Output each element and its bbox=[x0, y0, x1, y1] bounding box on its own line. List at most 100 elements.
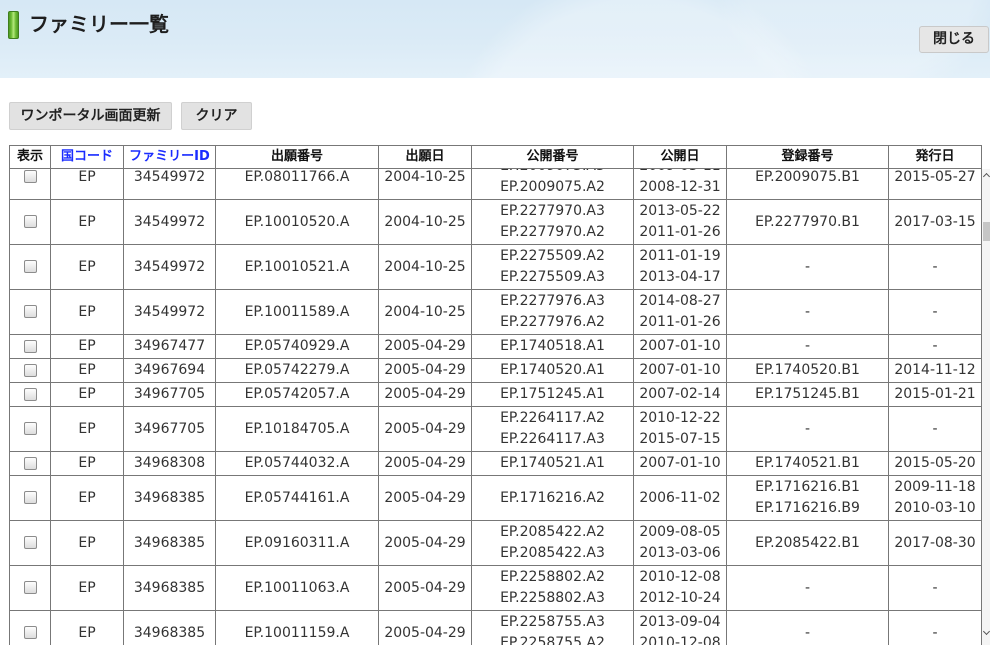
publication-number-line: EP.2258755.A2 bbox=[500, 635, 605, 645]
column-header-publication-date: 公開日 bbox=[634, 146, 727, 169]
show-checkbox[interactable] bbox=[23, 536, 37, 549]
publication-number-line: EP.2009075.A3 bbox=[474, 169, 631, 177]
publication-date-line: 2008-12-31 bbox=[639, 179, 721, 195]
header-band: ファミリー一覧 閉じる bbox=[0, 0, 990, 78]
issue-date-line: 2017-03-15 bbox=[894, 213, 976, 230]
table-row: EP 34968385 EP.10011063.A 2005-04-29 EP.2258… bbox=[10, 566, 982, 611]
application-date-cell: 2005-04-29 bbox=[379, 383, 472, 407]
registration-number-line: EP.1716216.B1 bbox=[755, 479, 860, 495]
show-checkbox[interactable] bbox=[23, 456, 37, 470]
show-checkbox[interactable] bbox=[23, 387, 37, 401]
family-id-cell: 34967705 bbox=[124, 383, 216, 407]
application-date-cell: 2004-10-25 bbox=[379, 169, 472, 200]
publication-number-line: EP.2264117.A3 bbox=[500, 431, 605, 447]
publication-number-line: EP.2258802.A2 bbox=[500, 569, 605, 585]
show-checkbox[interactable] bbox=[23, 626, 37, 639]
country-code-cell: EP bbox=[51, 476, 124, 521]
show-cell bbox=[10, 476, 51, 521]
publication-date-cell: 2006-11-02 bbox=[634, 476, 727, 521]
issue-date-line: - bbox=[932, 579, 938, 596]
issue-date-cell: - bbox=[889, 407, 982, 452]
publication-number-cell: EP.2277970.A3 EP.2277970.A2 bbox=[472, 200, 634, 245]
table-row: EP 34968308 EP.05744032.A 2005-04-29 EP.1740… bbox=[10, 452, 982, 476]
publication-date-line: 2010-12-08 bbox=[639, 569, 721, 585]
family-id-cell: 34967694 bbox=[124, 359, 216, 383]
vertical-scrollbar[interactable] bbox=[982, 169, 990, 645]
application-number-cell: EP.08011766.A bbox=[216, 169, 379, 200]
issue-date-cell: - bbox=[889, 290, 982, 335]
show-cell bbox=[10, 359, 51, 383]
application-date-cell: 2005-04-29 bbox=[379, 359, 472, 383]
show-checkbox[interactable] bbox=[23, 305, 37, 318]
close-button[interactable]: 閉じる bbox=[919, 26, 989, 53]
show-checkbox[interactable] bbox=[23, 491, 37, 504]
table-row: EP 34968385 EP.05744161.A 2005-04-29 EP.1716… bbox=[10, 476, 982, 521]
application-number-cell: EP.10011063.A bbox=[216, 566, 379, 611]
clear-button[interactable]: クリア bbox=[181, 102, 252, 130]
registration-number-line: - bbox=[804, 303, 811, 320]
country-code-cell: EP bbox=[51, 521, 124, 566]
show-cell bbox=[10, 383, 51, 407]
table-row: EP 34967705 EP.10184705.A 2005-04-29 EP.2264… bbox=[10, 407, 982, 452]
publication-date-line: 2013-09-04 bbox=[639, 614, 721, 630]
publication-date-cell: 2014-08-27 2011-01-26 bbox=[634, 290, 727, 335]
sort-by-family-id-link[interactable]: ファミリーID bbox=[129, 149, 210, 164]
issue-date-line: 2009-11-18 bbox=[894, 479, 976, 495]
one-portal-refresh-button[interactable]: ワンポータル画面更新 bbox=[9, 102, 172, 130]
registration-number-cell: - bbox=[727, 290, 889, 335]
application-number-cell: EP.05744161.A bbox=[216, 476, 379, 521]
registration-number-cell: EP.1716216.B1 EP.1716216.B9 bbox=[727, 476, 889, 521]
application-date-cell: 2005-04-29 bbox=[379, 521, 472, 566]
publication-number-cell: EP.1740518.A1 bbox=[472, 335, 634, 359]
publication-number-line: EP.2277976.A2 bbox=[500, 314, 605, 330]
show-checkbox[interactable] bbox=[23, 215, 37, 228]
publication-date-line: 2006-11-02 bbox=[639, 489, 721, 506]
publication-number-cell: EP.1716216.A2 bbox=[472, 476, 634, 521]
publication-date-line: 2009-03-11 bbox=[636, 169, 724, 177]
show-checkbox[interactable] bbox=[23, 260, 37, 273]
application-date-cell: 2004-10-25 bbox=[379, 245, 472, 290]
publication-number-line: EP.2258802.A3 bbox=[500, 590, 605, 606]
show-checkbox[interactable] bbox=[23, 422, 37, 435]
application-date-cell: 2004-10-25 bbox=[379, 200, 472, 245]
publication-date-line: 2015-07-15 bbox=[639, 431, 721, 447]
publication-number-cell: EP.2258802.A2 EP.2258802.A3 bbox=[472, 566, 634, 611]
publication-number-cell: EP.1751245.A1 bbox=[472, 383, 634, 407]
country-code-cell: EP bbox=[51, 566, 124, 611]
family-id-cell: 34968385 bbox=[124, 476, 216, 521]
show-checkbox[interactable] bbox=[23, 363, 37, 377]
issue-date-line: 2014-11-12 bbox=[894, 362, 976, 378]
show-checkbox[interactable] bbox=[23, 170, 37, 183]
application-number-cell: EP.05744032.A bbox=[216, 452, 379, 476]
family-table-body[interactable]: EP 34549972 EP.08011766.A 2004-10-25 EP.2009… bbox=[9, 169, 982, 645]
publication-date-line: 2011-01-19 bbox=[639, 248, 721, 264]
sort-by-country-code-link[interactable]: 国コード bbox=[61, 149, 113, 164]
table-row: EP 34967705 EP.05742057.A 2005-04-29 EP.1751… bbox=[10, 383, 982, 407]
show-checkbox[interactable] bbox=[23, 339, 37, 353]
publication-date-cell: 2010-12-22 2015-07-15 bbox=[634, 407, 727, 452]
application-number-cell: EP.10184705.A bbox=[216, 407, 379, 452]
column-header-family-id: ファミリーID bbox=[124, 146, 216, 169]
column-header-application-date: 出願日 bbox=[379, 146, 472, 169]
country-code-cell: EP bbox=[51, 245, 124, 290]
family-id-cell: 34549972 bbox=[124, 169, 216, 200]
publication-number-line: EP.1740520.A1 bbox=[500, 362, 605, 378]
show-checkbox[interactable] bbox=[23, 581, 37, 594]
scroll-thumb[interactable] bbox=[983, 222, 990, 241]
family-id-cell: 34549972 bbox=[124, 290, 216, 335]
country-code-cell: EP bbox=[51, 359, 124, 383]
registration-number-line: - bbox=[804, 579, 811, 596]
column-header-registration-number: 登録番号 bbox=[727, 146, 889, 169]
publication-date-line: 2014-08-27 bbox=[639, 293, 721, 309]
publication-number-cell: EP.2258755.A3 EP.2258755.A2 bbox=[472, 611, 634, 645]
issue-date-cell: - bbox=[889, 611, 982, 645]
country-code-cell: EP bbox=[51, 335, 124, 359]
publication-date-line: 2013-05-22 bbox=[639, 203, 721, 219]
country-code-cell: EP bbox=[51, 407, 124, 452]
publication-number-cell: EP.2009075.A3 EP.2009075.A2 bbox=[472, 169, 634, 200]
scroll-up-arrow-icon[interactable] bbox=[982, 172, 990, 181]
scroll-down-arrow-icon[interactable] bbox=[982, 627, 990, 636]
issue-date-cell: 2017-03-15 bbox=[889, 200, 982, 245]
application-date-cell: 2005-04-29 bbox=[379, 407, 472, 452]
publication-number-cell: EP.2277976.A3 EP.2277976.A2 bbox=[472, 290, 634, 335]
